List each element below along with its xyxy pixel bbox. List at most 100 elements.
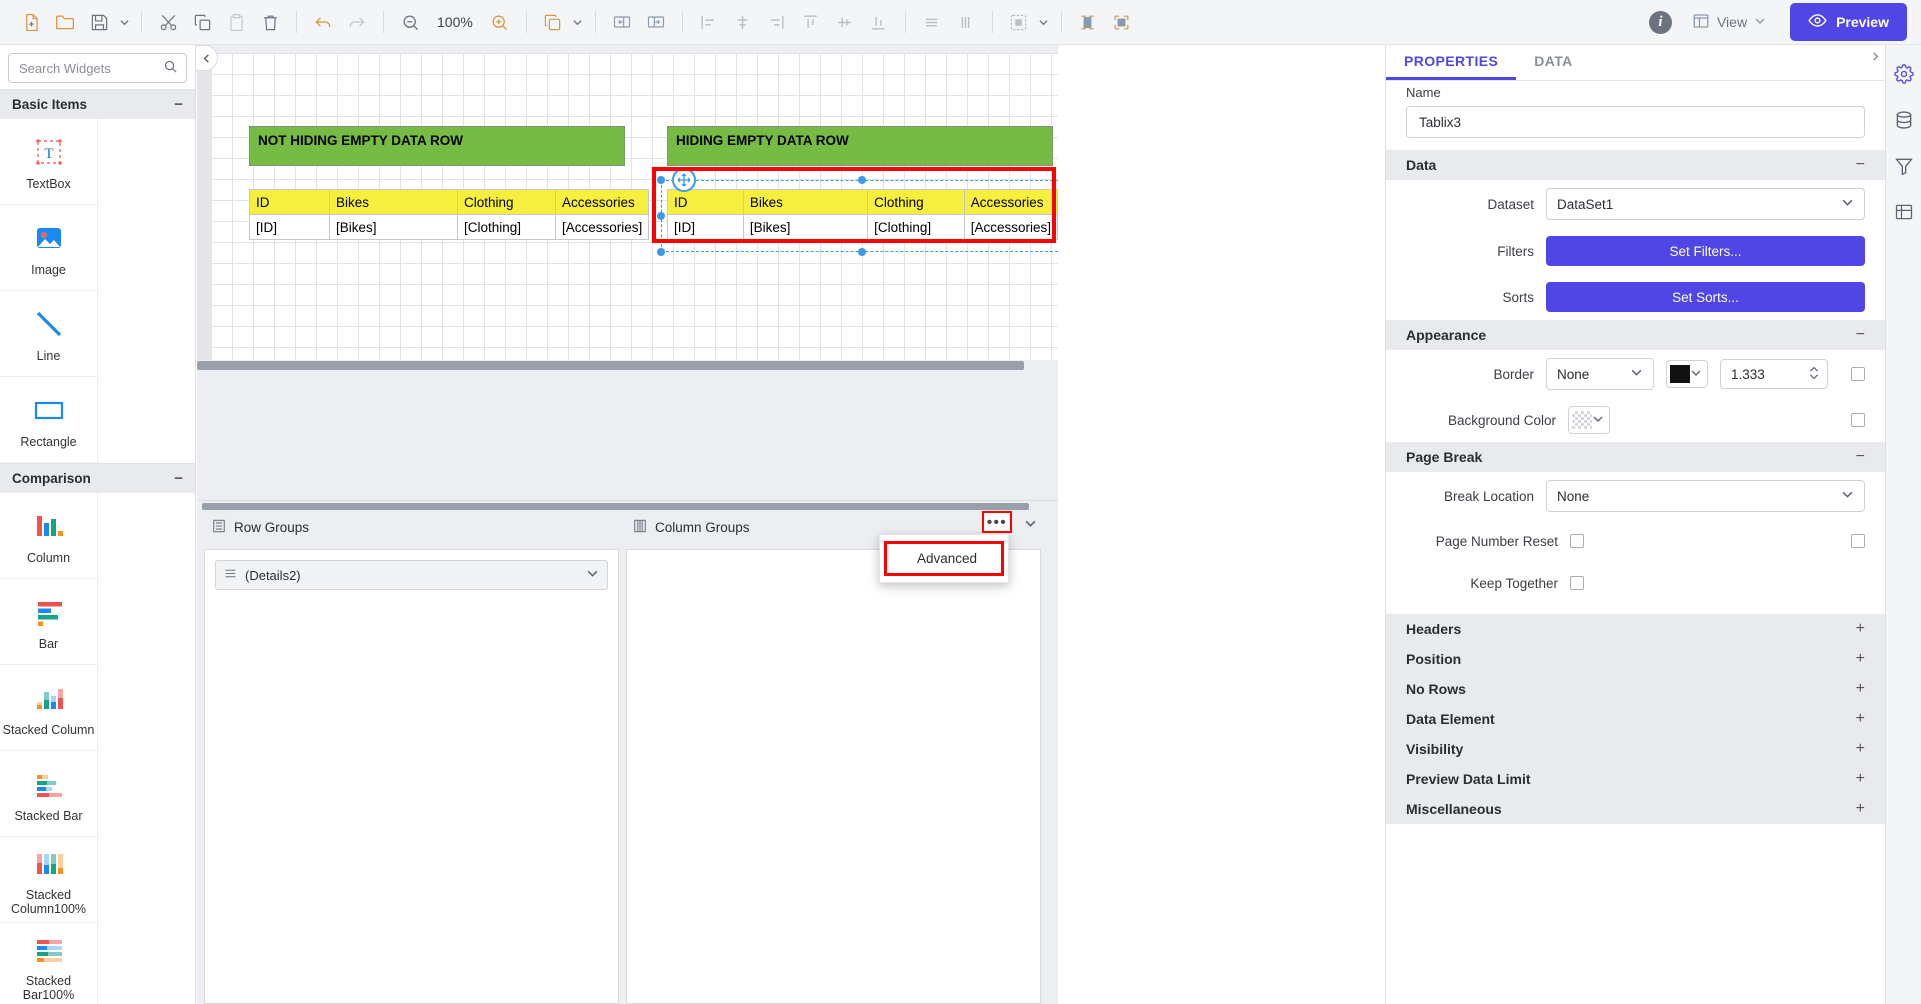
- widget-item-line[interactable]: Line: [0, 291, 98, 377]
- align-top-icon[interactable]: [794, 7, 828, 37]
- distribute-horizontal-icon[interactable]: [915, 7, 949, 37]
- groups-pane-chevron-button[interactable]: [1019, 512, 1041, 534]
- header-cell[interactable]: ID: [250, 190, 330, 215]
- expand-toggle-icon[interactable]: +: [1856, 800, 1865, 818]
- break-location-select[interactable]: None: [1546, 480, 1865, 512]
- copy-icon[interactable]: [185, 7, 219, 37]
- align-left-icon[interactable]: [692, 7, 726, 37]
- chevron-down-icon[interactable]: [586, 567, 599, 583]
- collapse-toggle-icon[interactable]: −: [174, 96, 183, 113]
- groups-resizer-grip[interactable]: [202, 503, 1029, 510]
- size-icon[interactable]: [1002, 7, 1036, 37]
- widget-item-stacked-bar-100[interactable]: Stacked Bar100%: [0, 923, 98, 1004]
- layers-icon[interactable]: [1889, 197, 1919, 227]
- collapse-toggle-icon[interactable]: −: [174, 470, 183, 487]
- collapse-properties-panel-button[interactable]: [1865, 45, 1885, 67]
- row-group-chip-details2[interactable]: (Details2): [215, 560, 608, 590]
- detail-cell[interactable]: [Accessories]: [556, 215, 649, 240]
- keep-together-checkbox[interactable]: [1570, 576, 1584, 590]
- background-color-picker[interactable]: [1568, 406, 1610, 434]
- header-cell[interactable]: Accessories: [556, 190, 649, 215]
- search-input[interactable]: [17, 60, 163, 77]
- section-header-miscellaneous[interactable]: Miscellaneous +: [1386, 794, 1885, 824]
- tab-data[interactable]: DATA: [1516, 45, 1590, 80]
- stepper-arrows-icon[interactable]: [1807, 363, 1821, 386]
- header-cell[interactable]: Bikes: [743, 190, 867, 215]
- set-filters-button[interactable]: Set Filters...: [1546, 236, 1865, 266]
- redo-icon[interactable]: [340, 7, 374, 37]
- expand-toggle-icon[interactable]: +: [1856, 770, 1865, 788]
- right-report-tablix[interactable]: ID Bikes Clothing Accessories [ID] [Bike…: [667, 189, 1058, 240]
- save-report-icon[interactable]: [82, 7, 116, 37]
- resize-handle-bottom-center[interactable]: [858, 248, 866, 256]
- widget-item-stacked-column-100[interactable]: Stacked Column100%: [0, 837, 98, 923]
- groups-pane-resizer[interactable]: [197, 501, 1058, 511]
- preview-button[interactable]: Preview: [1790, 3, 1907, 41]
- header-cell[interactable]: Bikes: [330, 190, 458, 215]
- header-cell[interactable]: ID: [668, 190, 744, 215]
- header-cell[interactable]: Accessories: [964, 190, 1057, 215]
- column-groups-context-menu[interactable]: Advanced: [879, 534, 1009, 583]
- expand-toggle-icon[interactable]: +: [1856, 650, 1865, 668]
- detail-cell[interactable]: [Accessories]: [964, 215, 1057, 240]
- make-same-width-icon[interactable]: [1071, 7, 1105, 37]
- section-header-position[interactable]: Position +: [1386, 644, 1885, 674]
- align-center-icon[interactable]: [726, 7, 760, 37]
- bring-to-front-icon[interactable]: [536, 7, 570, 37]
- undo-icon[interactable]: [306, 7, 340, 37]
- detail-cell[interactable]: [Clothing]: [868, 215, 965, 240]
- report-design-surface[interactable]: NOT HIDING EMPTY DATA ROW ID Bikes Cloth…: [211, 53, 1058, 360]
- section-header-preview-data-limit[interactable]: Preview Data Limit +: [1386, 764, 1885, 794]
- widget-item-stacked-column[interactable]: Stacked Column: [0, 665, 98, 751]
- page-number-reset-checkbox[interactable]: [1570, 534, 1584, 548]
- set-sorts-button[interactable]: Set Sorts...: [1546, 282, 1865, 312]
- section-header-data-element[interactable]: Data Element +: [1386, 704, 1885, 734]
- zoom-in-icon[interactable]: [483, 7, 517, 37]
- delete-icon[interactable]: [253, 7, 287, 37]
- cut-icon[interactable]: [151, 7, 185, 37]
- border-style-select[interactable]: None: [1546, 358, 1654, 390]
- new-report-icon[interactable]: [14, 7, 48, 37]
- section-header-page-break[interactable]: Page Break −: [1386, 442, 1885, 472]
- resize-handle-middle-left[interactable]: [657, 212, 665, 220]
- row-groups-box[interactable]: (Details2): [204, 549, 619, 1004]
- header-cell[interactable]: Clothing: [868, 190, 965, 215]
- detail-cell[interactable]: [Clothing]: [458, 215, 556, 240]
- size-dropdown-caret-icon[interactable]: [1036, 7, 1052, 37]
- paste-icon[interactable]: [219, 7, 253, 37]
- detail-cell[interactable]: [ID]: [668, 215, 744, 240]
- canvas-horizontal-scrollbar[interactable]: [197, 360, 1044, 371]
- filter-icon[interactable]: [1889, 151, 1919, 181]
- section-header-visibility[interactable]: Visibility +: [1386, 734, 1885, 764]
- dataset-select[interactable]: DataSet1: [1546, 188, 1865, 220]
- expand-toggle-icon[interactable]: +: [1856, 680, 1865, 698]
- make-same-size-icon[interactable]: [1105, 7, 1139, 37]
- widget-item-image[interactable]: Image: [0, 205, 98, 291]
- split-horizontal-icon[interactable]: [605, 7, 639, 37]
- left-report-tablix[interactable]: ID Bikes Clothing Accessories [ID] [Bike…: [249, 189, 649, 240]
- column-groups-box[interactable]: [626, 549, 1041, 1004]
- name-field[interactable]: Tablix3: [1406, 106, 1865, 138]
- detail-cell[interactable]: [Bikes]: [743, 215, 867, 240]
- expand-toggle-icon[interactable]: +: [1856, 740, 1865, 758]
- background-color-expression-checkbox[interactable]: [1851, 413, 1865, 427]
- open-report-icon[interactable]: [48, 7, 82, 37]
- expand-toggle-icon[interactable]: +: [1856, 710, 1865, 728]
- border-expression-checkbox[interactable]: [1851, 367, 1865, 381]
- section-header-appearance[interactable]: Appearance −: [1386, 320, 1885, 350]
- info-icon[interactable]: i: [1649, 11, 1672, 34]
- distribute-vertical-icon[interactable]: [949, 7, 983, 37]
- section-header-headers[interactable]: Headers +: [1386, 614, 1885, 644]
- left-report-banner[interactable]: NOT HIDING EMPTY DATA ROW: [249, 126, 625, 166]
- detail-cell[interactable]: [ID]: [250, 215, 330, 240]
- detail-cell[interactable]: [Bikes]: [330, 215, 458, 240]
- widget-item-stacked-bar[interactable]: Stacked Bar: [0, 751, 98, 837]
- widget-item-rectangle[interactable]: Rectangle: [0, 377, 98, 463]
- section-header-no-rows[interactable]: No Rows +: [1386, 674, 1885, 704]
- column-groups-more-menu-button[interactable]: •••: [982, 511, 1012, 533]
- expand-toggle-icon[interactable]: +: [1856, 620, 1865, 638]
- search-widgets-box[interactable]: [8, 53, 187, 83]
- split-vertical-icon[interactable]: [639, 7, 673, 37]
- widget-item-column[interactable]: Column: [0, 493, 98, 579]
- border-color-picker[interactable]: [1666, 360, 1708, 388]
